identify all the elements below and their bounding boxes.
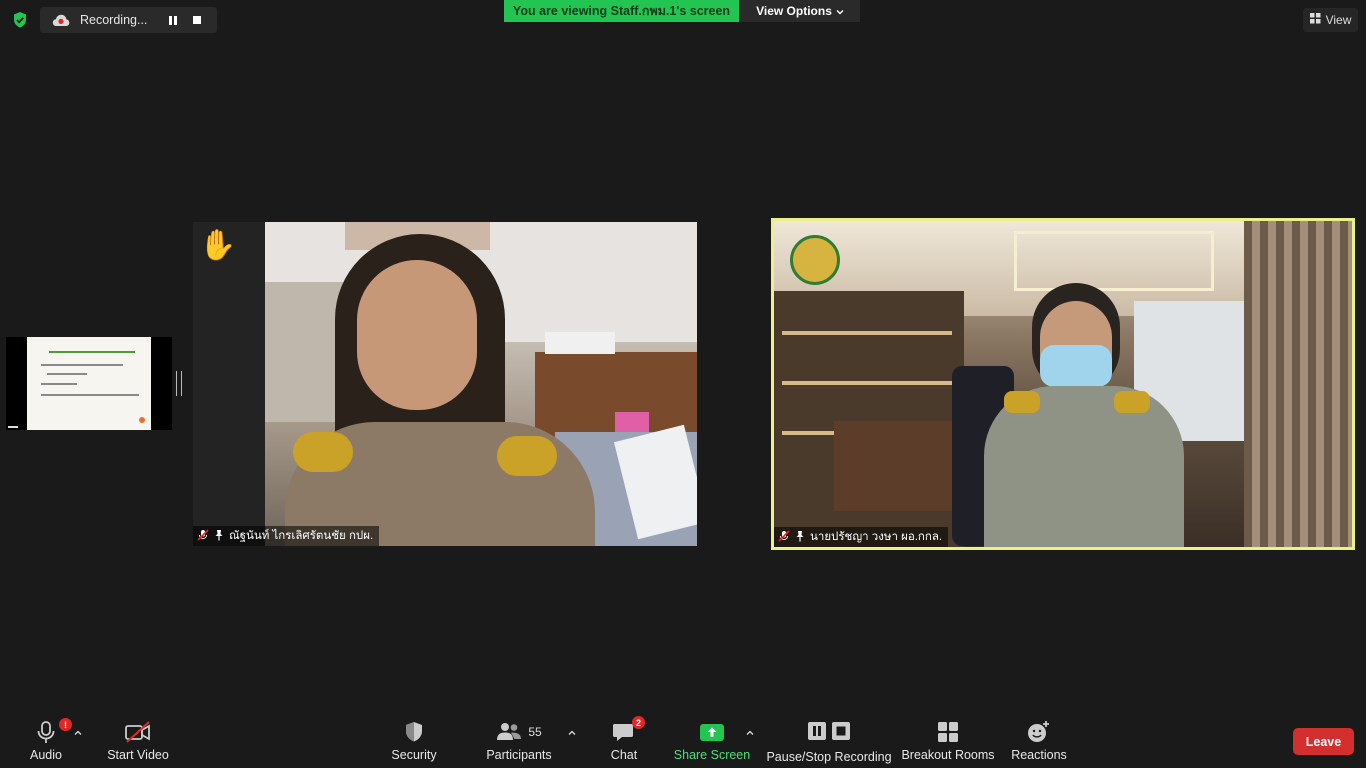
chat-button[interactable]: 2 Chat <box>606 716 645 764</box>
slide-text-line <box>41 364 123 366</box>
recording-label: Recording... <box>80 13 148 27</box>
recording-indicator: Recording... <box>40 7 217 33</box>
pause-stop-recording-button[interactable]: Pause/Stop Recording <box>766 718 892 764</box>
stop-icon <box>831 721 851 744</box>
pause-recording-button[interactable] <box>162 10 184 30</box>
chevron-down-icon <box>836 4 844 18</box>
share-screen-label: Share Screen <box>673 748 751 762</box>
view-options-label: View Options <box>756 4 832 18</box>
audio-options-caret[interactable] <box>72 727 84 739</box>
reactions-button[interactable]: Reactions <box>1010 718 1068 764</box>
participant-video <box>774 221 1352 547</box>
pin-icon <box>795 530 805 545</box>
participant-name-bar: ณัฐนันท์ ไกรเลิศรัตนชัย กปผ. <box>193 526 380 546</box>
slide-text-line <box>41 383 77 385</box>
share-options-caret[interactable] <box>744 727 756 739</box>
chat-label: Chat <box>610 748 638 762</box>
shield-icon <box>403 718 425 746</box>
view-options-button[interactable]: View Options <box>740 0 860 22</box>
audio-label: Audio <box>30 748 62 762</box>
viewing-screen-banner: You are viewing Staff.กพม.1's screen <box>504 0 739 22</box>
participants-icon <box>496 721 522 744</box>
security-label: Security <box>391 748 437 762</box>
slide-title-line <box>49 351 135 353</box>
view-label: View <box>1325 13 1352 27</box>
thumbnail-indicator <box>8 426 18 428</box>
reactions-label: Reactions <box>1011 748 1067 762</box>
breakout-rooms-button[interactable]: Breakout Rooms <box>901 718 995 764</box>
slide-text-line <box>41 394 139 396</box>
stop-recording-button[interactable] <box>186 10 208 30</box>
muted-mic-icon <box>778 529 790 545</box>
share-screen-button[interactable]: Share Screen <box>674 718 750 764</box>
participants-icon-group: 55 <box>496 718 542 746</box>
leave-meeting-button[interactable]: Leave <box>1293 728 1354 755</box>
slide-bullet-dot <box>139 417 145 423</box>
raised-hand-icon: ✋ <box>199 229 237 262</box>
breakout-rooms-icon <box>937 718 959 746</box>
active-speaker-video-tile[interactable]: นายปรัชญา วงษา ผอ.กกล. <box>771 218 1355 550</box>
recording-controls-icons <box>807 718 851 746</box>
microphone-icon: ! <box>35 718 72 746</box>
participant-video <box>265 222 697 546</box>
participants-options-caret[interactable] <box>566 727 578 739</box>
chat-icon: 2 <box>612 716 645 746</box>
start-video-label: Start Video <box>107 748 169 762</box>
start-video-button[interactable]: Start Video <box>104 718 172 764</box>
participants-label: Participants <box>486 748 552 762</box>
participant-video-tile[interactable]: ✋ ณัฐนันท์ ไกรเลิศรัตนชัย กปผ. <box>193 222 697 546</box>
shared-slide <box>27 337 151 430</box>
view-layout-button[interactable]: View <box>1303 8 1358 32</box>
security-button[interactable]: Security <box>386 718 442 764</box>
muted-mic-icon <box>197 528 209 544</box>
pause-stop-recording-label: Pause/Stop Recording <box>766 750 892 764</box>
stop-icon <box>193 16 201 24</box>
participants-count: 55 <box>528 725 542 739</box>
audio-button[interactable]: ! Audio <box>22 718 72 764</box>
cloud-recording-icon <box>50 12 72 28</box>
video-off-icon <box>124 718 152 746</box>
breakout-rooms-label: Breakout Rooms <box>901 748 995 762</box>
pause-icon <box>169 15 177 25</box>
participants-button[interactable]: 55 Participants <box>484 718 554 764</box>
grid-view-icon <box>1309 13 1321 27</box>
smiley-icon <box>1027 718 1051 746</box>
slide-text-line <box>47 373 87 375</box>
participant-name: ณัฐนันท์ ไกรเลิศรัตนชัย กปผ. <box>229 530 374 542</box>
participant-name-bar: นายปรัชญา วงษา ผอ.กกล. <box>774 527 949 547</box>
pause-icon <box>807 721 827 744</box>
encryption-shield-icon[interactable] <box>10 10 30 30</box>
audio-alert-badge: ! <box>59 718 72 731</box>
shared-screen-thumbnail[interactable] <box>6 337 172 430</box>
participant-name: นายปรัชญา วงษา ผอ.กกล. <box>810 531 943 543</box>
share-screen-icon <box>699 718 725 746</box>
splitter-drag-handle[interactable] <box>176 371 182 396</box>
pin-icon <box>214 529 224 544</box>
chat-unread-badge: 2 <box>632 716 645 729</box>
